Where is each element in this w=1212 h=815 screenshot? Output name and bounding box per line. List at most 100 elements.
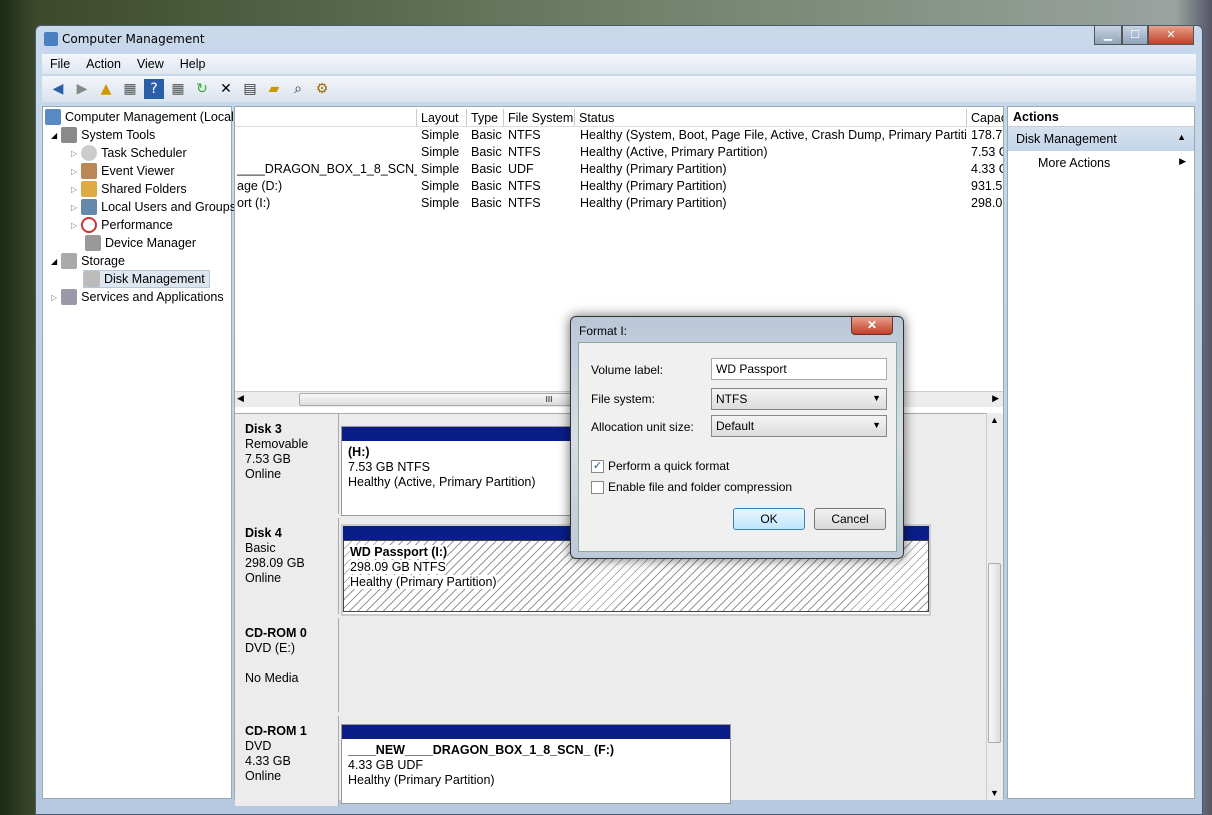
volume-row[interactable]: Simple Basic NTFS Healthy (Active, Primary … xyxy=(235,145,1003,162)
close-button[interactable]: ✕ xyxy=(1148,26,1194,45)
tree-disk-management[interactable]: Disk Management xyxy=(83,270,210,288)
volume-row[interactable]: Simple Basic NTFS Healthy (System, Boot, Pa… xyxy=(235,128,1003,145)
collapse-arrow-icon[interactable]: ◢ xyxy=(51,257,57,266)
partition-size: 7.53 GB NTFS xyxy=(348,460,430,474)
up-folder-icon[interactable]: ▲ xyxy=(96,79,116,99)
cell-type: Basic xyxy=(471,128,502,142)
partition-f[interactable]: ____NEW____DRAGON_BOX_1_8_SCN_ (F:) 4.33 … xyxy=(341,724,731,804)
maximize-button[interactable]: ☐ xyxy=(1122,26,1148,45)
cell-layout: Simple xyxy=(421,128,460,142)
collapse-icon[interactable]: ▲ xyxy=(1177,132,1186,142)
partition-h[interactable]: (H:) 7.53 GB NTFS Healthy (Active, Primary… xyxy=(341,426,571,516)
partition-status: Healthy (Primary Partition) xyxy=(350,575,497,589)
settings-icon[interactable]: ⚙ xyxy=(312,79,332,99)
expand-arrow-icon[interactable]: ▷ xyxy=(51,293,57,302)
disk-size: 298.09 GB xyxy=(245,556,305,570)
properties-icon[interactable]: ▤ xyxy=(240,79,260,99)
device-manager-icon xyxy=(85,235,101,251)
allocation-unit-select[interactable]: Default xyxy=(711,415,887,437)
cdrom-1-label[interactable]: CD-ROM 1 DVD 4.33 GB Online xyxy=(235,716,339,806)
tools-icon xyxy=(61,127,78,143)
expand-arrow-icon[interactable]: ▷ xyxy=(71,167,77,176)
minimize-button[interactable]: ▁ xyxy=(1094,26,1122,45)
cell-type: Basic xyxy=(471,196,502,210)
disk-state: Online xyxy=(245,467,282,481)
scroll-down-icon[interactable]: ▼ xyxy=(990,788,999,798)
scroll-up-icon[interactable]: ▲ xyxy=(990,415,999,425)
tree-label: Shared Folders xyxy=(101,182,187,196)
volume-label-input[interactable]: WD Passport xyxy=(711,358,887,380)
volume-row[interactable]: ____DRAGON_BOX_1_8_SCN_ (F:) Simple Basic U… xyxy=(235,162,1003,179)
forward-icon[interactable]: ▶ xyxy=(72,79,92,99)
tree-local-users[interactable]: ▷ Local Users and Groups xyxy=(71,198,236,216)
tree-performance[interactable]: ▷ Performance xyxy=(71,216,173,234)
scroll-left-icon[interactable]: ◀ xyxy=(237,393,244,404)
cell-status: Healthy (Primary Partition) xyxy=(580,162,727,176)
column-header-layout[interactable]: Layout xyxy=(417,109,467,127)
expand-arrow-icon[interactable]: ▷ xyxy=(71,149,77,158)
ok-button[interactable]: OK xyxy=(733,508,805,530)
cell-capacity: 7.53 G xyxy=(971,145,1003,159)
column-header-capacity[interactable]: Capac xyxy=(967,109,1003,127)
volume-label-label: Volume label: xyxy=(591,363,664,377)
actions-section-disk-management[interactable]: Disk Management ▲ xyxy=(1008,127,1194,151)
cell-status: Healthy (Active, Primary Partition) xyxy=(580,145,768,159)
help-icon[interactable]: ? xyxy=(144,79,164,99)
compression-checkbox[interactable]: Enable file and folder compression xyxy=(591,480,792,494)
actions-pane: Actions Disk Management ▲ More Actions ▶ xyxy=(1007,106,1195,799)
tree-event-viewer[interactable]: ▷ Event Viewer xyxy=(71,162,175,180)
quick-format-checkbox[interactable]: ✓ Perform a quick format xyxy=(591,459,729,473)
app-icon xyxy=(44,32,58,46)
show-hide-action-pane-icon[interactable]: ▦ xyxy=(168,79,188,99)
collapse-arrow-icon[interactable]: ◢ xyxy=(51,131,57,140)
menu-view[interactable]: View xyxy=(129,57,172,71)
cdrom-0-label[interactable]: CD-ROM 0 DVD (E:) No Media xyxy=(235,618,339,712)
tree-device-manager[interactable]: Device Manager xyxy=(85,234,196,252)
tree-storage[interactable]: ◢ Storage xyxy=(51,252,125,270)
expand-arrow-icon[interactable]: ▷ xyxy=(71,221,77,230)
cell-status: Healthy (Primary Partition) xyxy=(580,179,727,193)
volume-row[interactable]: age (D:) Simple Basic NTFS Healthy (Primary … xyxy=(235,179,1003,196)
scroll-right-icon[interactable]: ▶ xyxy=(992,393,999,404)
volume-row[interactable]: ort (I:) Simple Basic NTFS Healthy (Primary … xyxy=(235,196,1003,213)
column-header-volume[interactable] xyxy=(235,109,417,127)
tree-task-scheduler[interactable]: ▷ Task Scheduler xyxy=(71,144,187,162)
cell-volume: ort (I:) xyxy=(237,196,271,210)
menu-action[interactable]: Action xyxy=(78,57,129,71)
menu-help[interactable]: Help xyxy=(172,57,214,71)
partition-status: Healthy (Primary Partition) xyxy=(348,773,495,787)
column-header-type[interactable]: Type xyxy=(467,109,504,127)
partition-name: ____NEW____DRAGON_BOX_1_8_SCN_ (F:) xyxy=(348,743,615,757)
dialog-close-button[interactable]: ✕ xyxy=(851,317,893,335)
tree-shared-folders[interactable]: ▷ Shared Folders xyxy=(71,180,187,198)
tree-root[interactable]: Computer Management (Local xyxy=(45,108,234,126)
menu-file[interactable]: File xyxy=(42,57,78,71)
expand-arrow-icon[interactable]: ▷ xyxy=(71,185,77,194)
open-folder-icon[interactable]: ▰ xyxy=(264,79,284,99)
show-hide-tree-icon[interactable]: ▦ xyxy=(120,79,140,99)
checkbox-unchecked-icon[interactable] xyxy=(591,480,604,494)
expand-arrow-icon[interactable]: ▷ xyxy=(71,203,77,212)
disk-icon xyxy=(84,271,100,287)
scroll-thumb[interactable] xyxy=(988,563,1001,743)
vertical-scrollbar[interactable]: ▲ ▼ xyxy=(986,413,1003,800)
toolbar: ◀ ▶ ▲ ▦ ? ▦ ↻ ✕ ▤ ▰ ⌕ ⚙ xyxy=(42,76,1196,102)
format-dialog: Format I: ✕ Volume label: WD Passport Fi… xyxy=(570,316,904,559)
checkbox-checked-icon[interactable]: ✓ xyxy=(591,459,604,473)
tree-label: Services and Applications xyxy=(81,290,224,304)
delete-icon[interactable]: ✕ xyxy=(216,79,236,99)
refresh-icon[interactable]: ↻ xyxy=(192,79,212,99)
more-actions-item[interactable]: More Actions ▶ xyxy=(1008,151,1194,175)
tree-services[interactable]: ▷ Services and Applications xyxy=(51,288,224,306)
back-icon[interactable]: ◀ xyxy=(48,79,68,99)
column-header-status[interactable]: Status xyxy=(575,109,967,127)
disk-4-label[interactable]: Disk 4 Basic 298.09 GB Online xyxy=(235,518,339,614)
column-header-file-system[interactable]: File System xyxy=(504,109,575,127)
cell-fs: NTFS xyxy=(508,145,541,159)
cancel-button[interactable]: Cancel xyxy=(814,508,886,530)
disk-3-label[interactable]: Disk 3 Removable 7.53 GB Online xyxy=(235,414,339,514)
search-icon[interactable]: ⌕ xyxy=(288,79,308,99)
file-system-select[interactable]: NTFS xyxy=(711,388,887,410)
tree-system-tools[interactable]: ◢ System Tools xyxy=(51,126,155,144)
tree-label: Task Scheduler xyxy=(101,146,187,160)
